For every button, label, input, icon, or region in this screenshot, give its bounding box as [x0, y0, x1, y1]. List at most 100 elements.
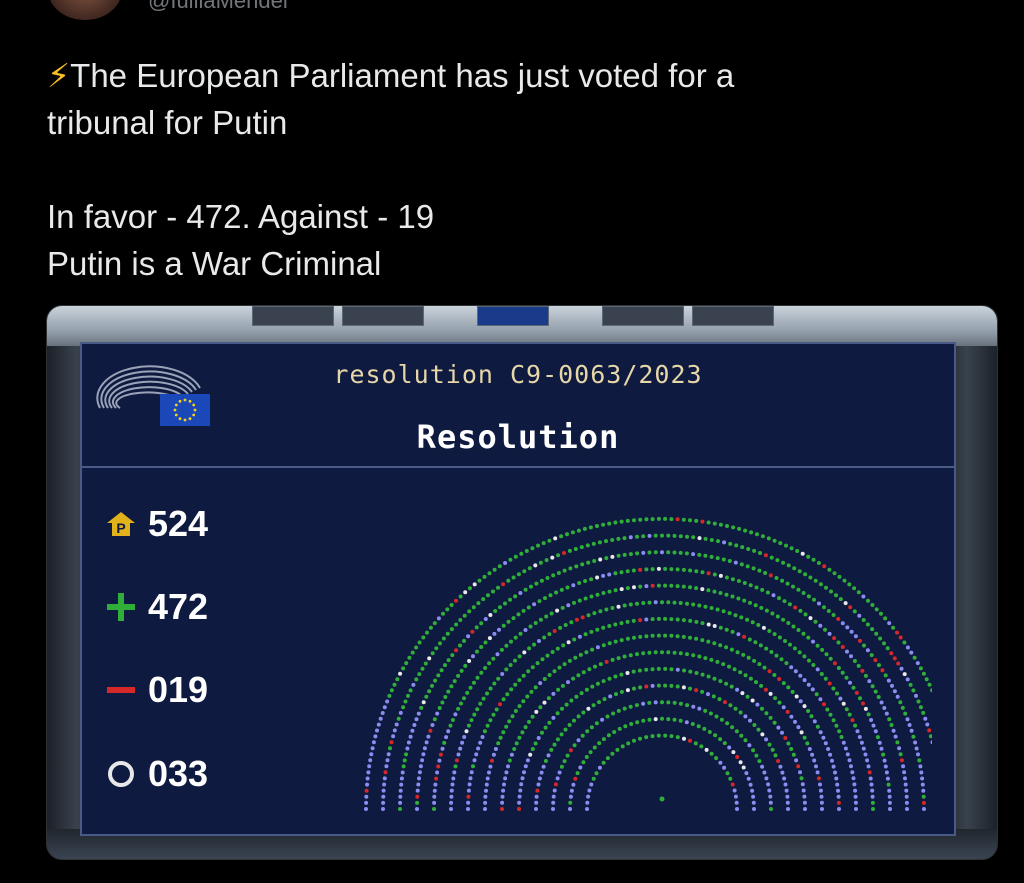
seat-dot — [768, 573, 773, 578]
seat-dot — [656, 516, 661, 521]
seat-dot — [737, 526, 742, 531]
seat-dot — [769, 807, 773, 811]
seat-dot — [459, 701, 463, 706]
seat-dot — [806, 709, 811, 713]
seat-dot — [891, 625, 896, 630]
seat-dot — [369, 752, 374, 757]
seat-dot — [388, 746, 392, 751]
seat-dot — [729, 647, 734, 652]
seat-dot — [675, 517, 680, 522]
seat-dot — [392, 728, 397, 733]
seat-dot — [853, 788, 858, 793]
seat-dot — [914, 693, 918, 698]
seat-dot — [921, 710, 926, 715]
seat-dot — [560, 706, 564, 711]
seat-dot — [706, 588, 711, 593]
tweet-photo[interactable]: resolution C9-0063/2023 Resolution P 524 — [46, 305, 998, 860]
seat-dot — [672, 600, 677, 605]
seat-dot — [592, 611, 597, 616]
seat-dot — [768, 715, 773, 720]
seat-dot — [772, 632, 777, 637]
seat-dot — [482, 574, 487, 579]
seat-dot — [850, 770, 855, 775]
seat-dot — [490, 758, 494, 763]
seat-dot — [519, 782, 524, 787]
seat-dot — [829, 589, 833, 594]
seat-dot — [534, 581, 539, 586]
seat-dot — [406, 740, 411, 745]
seat-dot — [656, 733, 661, 738]
seat-dot — [836, 794, 841, 799]
seat-dot — [811, 663, 816, 667]
author-avatar[interactable] — [48, 0, 122, 20]
seat-dot — [466, 807, 470, 811]
seat-dot — [722, 540, 727, 545]
seat-dot — [604, 659, 609, 664]
seat-dot — [815, 667, 820, 672]
seat-dot — [898, 752, 903, 757]
seat-dot — [616, 536, 621, 541]
seat-dot — [760, 732, 765, 737]
seat-dot — [801, 591, 806, 595]
seat-dot — [709, 751, 714, 756]
seat-dot — [867, 770, 872, 775]
seat-dot — [851, 685, 856, 690]
seat-dot — [398, 800, 403, 805]
seat-dot — [814, 764, 818, 769]
seat-dot — [746, 655, 751, 660]
seat-dot — [378, 716, 383, 721]
seat-dot — [383, 770, 388, 775]
seat-dot — [779, 657, 784, 662]
seat-dot — [613, 520, 618, 525]
seat-dot — [892, 689, 897, 694]
seat-dot — [644, 567, 649, 572]
seat-dot — [373, 734, 378, 739]
seat-dot — [847, 712, 852, 717]
seat-dot — [789, 546, 794, 551]
seat-dot — [559, 534, 564, 539]
seat-dot — [438, 641, 442, 646]
seat-dot — [454, 758, 459, 763]
seat-dot — [453, 764, 458, 769]
seat-dot — [607, 572, 612, 577]
seat-dot — [554, 590, 559, 595]
seat-dot — [918, 666, 923, 671]
seat-dot — [537, 639, 541, 643]
seat-dot — [739, 733, 744, 738]
abstain-count: 033 — [148, 753, 209, 794]
seat-dot — [763, 571, 768, 575]
seat-dot — [815, 643, 820, 648]
seat-dot — [435, 770, 440, 775]
seat-dot — [867, 679, 872, 684]
seat-dot — [464, 729, 469, 734]
seat-dot — [879, 700, 884, 705]
seat-dot — [681, 584, 686, 589]
seat-dot — [434, 646, 439, 651]
seat-dot — [743, 738, 748, 743]
seat-dot — [742, 634, 747, 639]
seat-dot — [604, 607, 609, 612]
seat-dot — [849, 764, 853, 769]
seat-dot — [542, 635, 547, 640]
seat-dot — [767, 788, 772, 793]
seat-dot — [428, 625, 433, 630]
seat-dot — [827, 567, 832, 572]
seat-dot — [526, 605, 531, 610]
seat-dot — [669, 567, 674, 572]
seat-dot — [656, 566, 661, 571]
seat-dot — [584, 687, 589, 692]
seat-dot — [573, 547, 578, 551]
seat-dot — [421, 635, 426, 640]
seat-dot — [532, 602, 537, 607]
seat-dot — [534, 709, 539, 714]
seat-dot — [401, 705, 406, 710]
seat-dot — [742, 598, 747, 603]
seat-dot — [546, 696, 551, 701]
seat-dot — [595, 592, 600, 597]
author-handle[interactable]: @IuliiaMendel — [148, 0, 288, 14]
seat-dot — [550, 555, 555, 560]
seat-dot — [722, 741, 727, 746]
seat-dot — [724, 575, 729, 580]
seat-dot — [371, 740, 376, 745]
seat-dot — [570, 530, 575, 535]
